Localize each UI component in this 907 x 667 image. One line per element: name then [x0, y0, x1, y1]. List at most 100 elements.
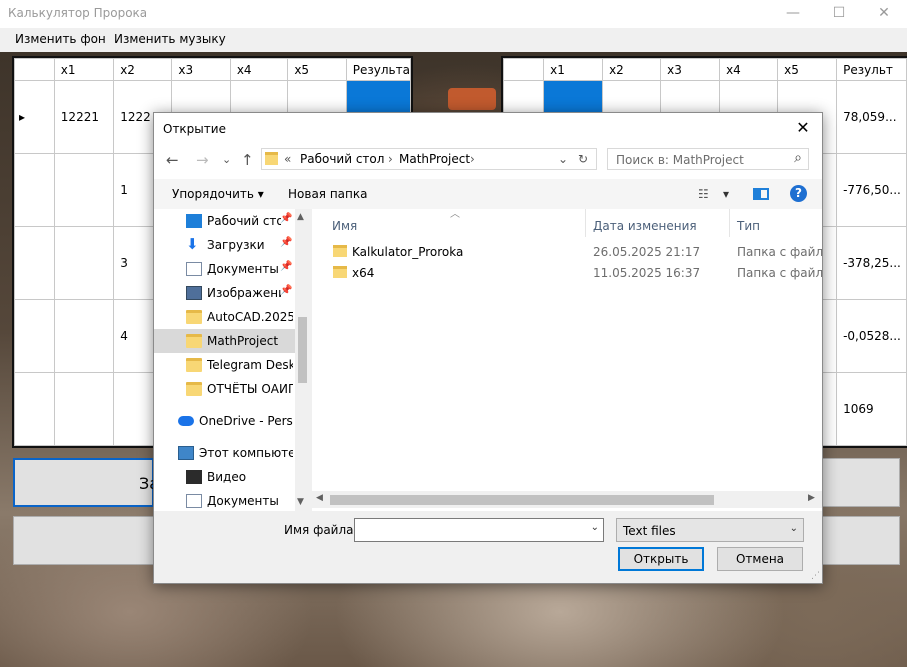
- column-header-result[interactable]: Результ: [836, 58, 907, 81]
- address-overflow[interactable]: «: [284, 152, 291, 166]
- navigation-pane[interactable]: Рабочий сто. 📌 ⬇ Загрузки 📌 Документы 📌 …: [154, 209, 310, 511]
- new-folder-button[interactable]: Новая папка: [288, 187, 367, 201]
- up-button[interactable]: ↑: [241, 151, 254, 169]
- column-header-x4[interactable]: x4: [719, 58, 779, 81]
- nav-item-reports[interactable]: ОТЧЁТЫ ОАИП: [154, 377, 295, 401]
- breadcrumb-mathproject[interactable]: MathProject: [399, 152, 470, 166]
- address-bar[interactable]: « Рабочий стол › MathProject › ⌄ ↻: [261, 148, 597, 170]
- cancel-button[interactable]: Отмена: [717, 547, 803, 571]
- file-list-hscrollbar[interactable]: ◀ ▶: [312, 491, 822, 508]
- nav-item-autocad[interactable]: AutoCAD.2025: [154, 305, 295, 329]
- column-header-name[interactable]: Имя: [332, 219, 357, 233]
- menu-change-music[interactable]: Изменить музыку: [114, 32, 226, 46]
- column-header-x2[interactable]: x2: [602, 58, 662, 81]
- chevron-down-icon[interactable]: ⌄: [591, 522, 599, 533]
- scrollbar-thumb[interactable]: [330, 495, 714, 505]
- nav-item-this-pc[interactable]: Этот компьютер: [154, 441, 295, 465]
- scroll-up-arrow-icon[interactable]: ▲: [297, 212, 304, 222]
- column-divider[interactable]: [585, 209, 586, 237]
- list-item[interactable]: Kalkulator_Proroka 26.05.2025 21:17 Папк…: [312, 241, 822, 262]
- column-header-x4[interactable]: x4: [229, 58, 289, 81]
- grid-cell[interactable]: 12221: [53, 80, 115, 154]
- row-header[interactable]: [14, 153, 55, 227]
- resize-grip-icon[interactable]: ⋰: [811, 571, 820, 581]
- breadcrumb-desktop[interactable]: Рабочий стол: [300, 152, 384, 166]
- grid-cell[interactable]: [53, 226, 115, 300]
- back-button[interactable]: ←: [166, 151, 179, 169]
- breadcrumb-separator[interactable]: ›: [388, 152, 393, 166]
- folder-icon: [186, 358, 202, 372]
- grid-cell[interactable]: [53, 372, 115, 446]
- view-options-icon[interactable]: ☷: [698, 187, 709, 201]
- column-header-x2[interactable]: x2: [113, 58, 173, 81]
- result-cell[interactable]: -378,25...: [836, 226, 907, 300]
- grid-cell[interactable]: [53, 299, 115, 373]
- result-cell[interactable]: 1069: [836, 372, 907, 446]
- file-list[interactable]: ︿ Имя Дата изменения Тип Kalkulator_Pror…: [312, 209, 822, 511]
- column-header-x3[interactable]: x3: [660, 58, 721, 81]
- close-button[interactable]: ✕: [861, 0, 907, 28]
- column-header-x1[interactable]: x1: [53, 58, 115, 81]
- nav-item-downloads[interactable]: ⬇ Загрузки 📌: [154, 233, 295, 257]
- row-header[interactable]: [14, 299, 55, 373]
- forward-button[interactable]: →: [196, 151, 209, 169]
- recent-locations-button[interactable]: ⌄: [222, 153, 231, 166]
- grid-cell[interactable]: [53, 153, 115, 227]
- nav-item-onedrive[interactable]: OneDrive - Person: [154, 409, 295, 433]
- list-item[interactable]: x64 11.05.2025 16:37 Папка с файлами: [312, 262, 822, 283]
- column-header-x5[interactable]: x5: [287, 58, 347, 81]
- column-divider[interactable]: [729, 209, 730, 237]
- scroll-down-arrow-icon[interactable]: ▼: [297, 497, 304, 507]
- right-action-button[interactable]: [822, 458, 900, 507]
- column-header-x3[interactable]: x3: [171, 58, 231, 81]
- filename-label: Имя файла:: [284, 523, 358, 537]
- breadcrumb-separator[interactable]: ›: [470, 152, 475, 166]
- nav-item-telegram[interactable]: Telegram Deskto: [154, 353, 295, 377]
- result-cell[interactable]: -776,50...: [836, 153, 907, 227]
- calculate-button[interactable]: За: [13, 458, 159, 507]
- row-header[interactable]: [14, 226, 55, 300]
- onedrive-icon: [178, 416, 194, 426]
- this-pc-icon: [178, 446, 194, 460]
- help-icon[interactable]: ?: [790, 185, 807, 202]
- file-name: x64: [352, 266, 375, 280]
- row-header-current[interactable]: ▸: [14, 80, 55, 154]
- nav-item-mathproject[interactable]: MathProject: [154, 329, 295, 353]
- maximize-button[interactable]: ☐: [816, 0, 862, 28]
- menu-change-background[interactable]: Изменить фон: [15, 32, 106, 46]
- search-input[interactable]: Поиск в: MathProject: [616, 153, 744, 167]
- nav-item-desktop[interactable]: Рабочий сто. 📌: [154, 209, 295, 233]
- nav-item-documents[interactable]: Документы 📌: [154, 257, 295, 281]
- address-dropdown[interactable]: ⌄: [558, 152, 568, 166]
- nav-item-documents-pc[interactable]: Документы: [154, 489, 295, 511]
- result-cell[interactable]: 78,059...: [836, 80, 907, 154]
- nav-item-video[interactable]: Видео: [154, 465, 295, 489]
- open-button[interactable]: Открыть: [618, 547, 704, 571]
- scroll-left-arrow-icon[interactable]: ◀: [316, 493, 323, 503]
- refresh-button[interactable]: ↻: [578, 152, 588, 166]
- nav-pane-scrollbar[interactable]: ▲ ▼: [295, 209, 310, 511]
- view-dropdown[interactable]: ▾: [723, 187, 729, 201]
- dialog-close-button[interactable]: ✕: [792, 118, 814, 138]
- column-header-x1[interactable]: x1: [543, 58, 604, 81]
- column-header-type[interactable]: Тип: [737, 219, 760, 233]
- nav-item-pictures[interactable]: Изображени 📌: [154, 281, 295, 305]
- second-right-button[interactable]: [822, 516, 900, 565]
- file-type-filter[interactable]: Text files ⌄: [616, 518, 804, 542]
- column-header-date[interactable]: Дата изменения: [593, 219, 697, 233]
- filename-input[interactable]: ⌄: [354, 518, 604, 542]
- search-box[interactable]: Поиск в: MathProject ⌕: [607, 148, 809, 170]
- row-header[interactable]: [14, 372, 55, 446]
- nav-item-label: Документы: [207, 262, 279, 276]
- second-left-button[interactable]: [13, 516, 154, 565]
- preview-pane-icon[interactable]: [753, 188, 769, 200]
- column-header-x5[interactable]: x5: [777, 58, 838, 81]
- minimize-button[interactable]: —: [770, 0, 816, 28]
- column-header-result[interactable]: Результа: [345, 58, 411, 81]
- scrollbar-thumb[interactable]: [298, 317, 307, 383]
- result-cell[interactable]: -0,0528...: [836, 299, 907, 373]
- scroll-right-arrow-icon[interactable]: ▶: [808, 493, 815, 503]
- organize-button[interactable]: Упорядочить ▾: [172, 187, 264, 201]
- desktop-icon: [186, 214, 202, 228]
- app-titlebar: Калькулятор Пророка — ☐ ✕: [0, 0, 907, 28]
